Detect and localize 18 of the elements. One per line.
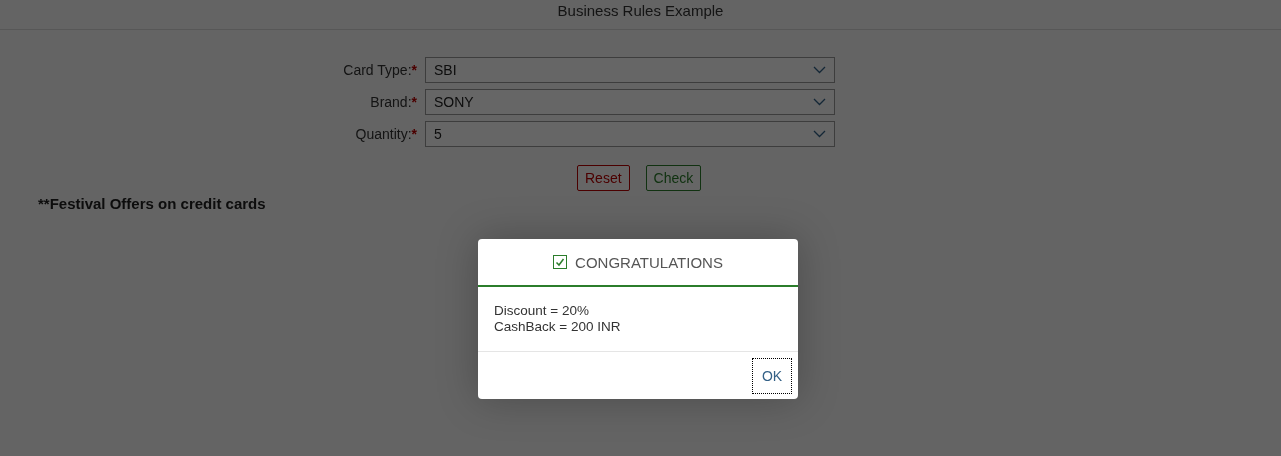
checkbox-tick-icon — [553, 255, 568, 269]
field-label: Brand:* — [369, 94, 418, 110]
reset-button[interactable]: Reset — [577, 165, 630, 191]
dialog-message-line: CashBack = 200 INR — [494, 319, 622, 335]
page-title: Business Rules Example — [557, 1, 724, 21]
dialog-title: CONGRATULATIONS — [575, 253, 723, 271]
ok-button[interactable]: OK — [752, 357, 792, 394]
dropdown-field[interactable]: 5 — [425, 121, 835, 147]
dropdown-field[interactable]: SBI — [425, 57, 835, 83]
dialog-message-line: Discount = 20% — [494, 303, 590, 319]
offers-heading: **Festival Offers on credit cards — [38, 195, 266, 212]
field-label: Quantity:* — [354, 126, 418, 142]
chevron-down-icon — [813, 130, 826, 138]
dropdown-field[interactable]: SONY — [425, 89, 835, 115]
chevron-down-icon — [813, 66, 826, 74]
chevron-down-icon — [813, 98, 826, 106]
field-label: Card Type:* — [342, 62, 418, 78]
check-button[interactable]: Check — [645, 165, 702, 191]
